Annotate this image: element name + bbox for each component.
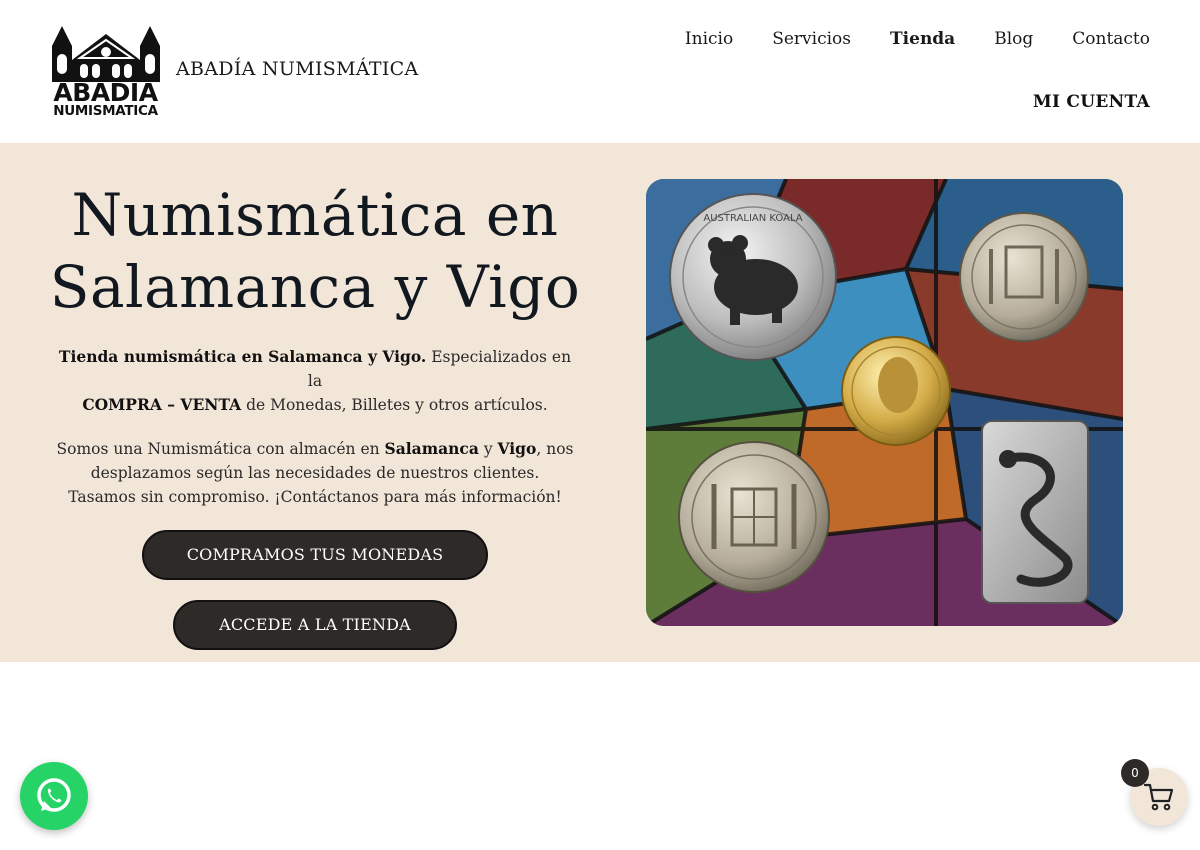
logo-text-numismatica: NUMISMATICA (53, 103, 158, 119)
compramos-monedas-button[interactable]: COMPRAMOS TUS MONEDAS (142, 530, 488, 580)
nav-item-contacto[interactable]: Contacto (1072, 29, 1150, 49)
logo-mark: ABADIA NUMISMATICA (49, 24, 162, 120)
site-header: ABADIA NUMISMATICA ABADÍA NUMISMÁTICA In… (0, 0, 1200, 143)
nav-item-tienda[interactable]: Tienda (890, 29, 955, 49)
hero-coins-image: AUSTRALIAN KOALA (646, 179, 1123, 626)
hero-title: Numismática en Salamanca y Vigo (40, 179, 590, 323)
hero-title-line2: Salamanca y Vigo (49, 253, 581, 321)
abbey-logo-icon (51, 26, 160, 82)
hero-desc-vigo: Vigo (497, 439, 537, 458)
coins-stained-glass-image: AUSTRALIAN KOALA (646, 179, 1123, 626)
hero-desc-text1: Somos una Numismática con almacén en (56, 440, 385, 458)
cart-icon (1144, 783, 1174, 811)
whatsapp-button[interactable] (20, 762, 88, 830)
nav-item-blog[interactable]: Blog (994, 29, 1033, 49)
hero-title-line1: Numismática en (71, 181, 559, 249)
main-nav: Inicio Servicios Tienda Blog Contacto (646, 29, 1150, 49)
hero-intro-paragraph: Tienda numismática en Salamanca y Vigo. … (55, 345, 575, 417)
nav-item-servicios[interactable]: Servicios (772, 29, 851, 49)
nav-item-inicio[interactable]: Inicio (685, 29, 733, 49)
hero-description-paragraph: Somos una Numismática con almacén en Sal… (55, 437, 575, 509)
site-title[interactable]: ABADÍA NUMISMÁTICA (176, 58, 419, 80)
svg-text:AUSTRALIAN KOALA: AUSTRALIAN KOALA (703, 213, 802, 224)
whatsapp-icon (37, 778, 71, 812)
hero-intro-bold2: COMPRA – VENTA (82, 395, 242, 414)
accede-tienda-button[interactable]: ACCEDE A LA TIENDA (173, 600, 457, 650)
logo-text-abadia: ABADIA (53, 78, 158, 107)
cart-count-badge: 0 (1121, 759, 1149, 787)
hero-desc-text2: y (478, 440, 498, 458)
hero-section: Numismática en Salamanca y Vigo Tienda n… (0, 143, 1200, 662)
hero-desc-salamanca: Salamanca (384, 439, 479, 458)
nav-item-mi-cuenta[interactable]: MI CUENTA (1033, 92, 1150, 112)
hero-text-block: Numismática en Salamanca y Vigo Tienda n… (40, 143, 590, 650)
hero-intro-bold: Tienda numismática en Salamanca y Vigo. (58, 347, 427, 366)
hero-intro-text2: de Monedas, Billetes y otros artículos. (241, 396, 548, 414)
logo[interactable]: ABADIA NUMISMATICA (49, 24, 162, 120)
